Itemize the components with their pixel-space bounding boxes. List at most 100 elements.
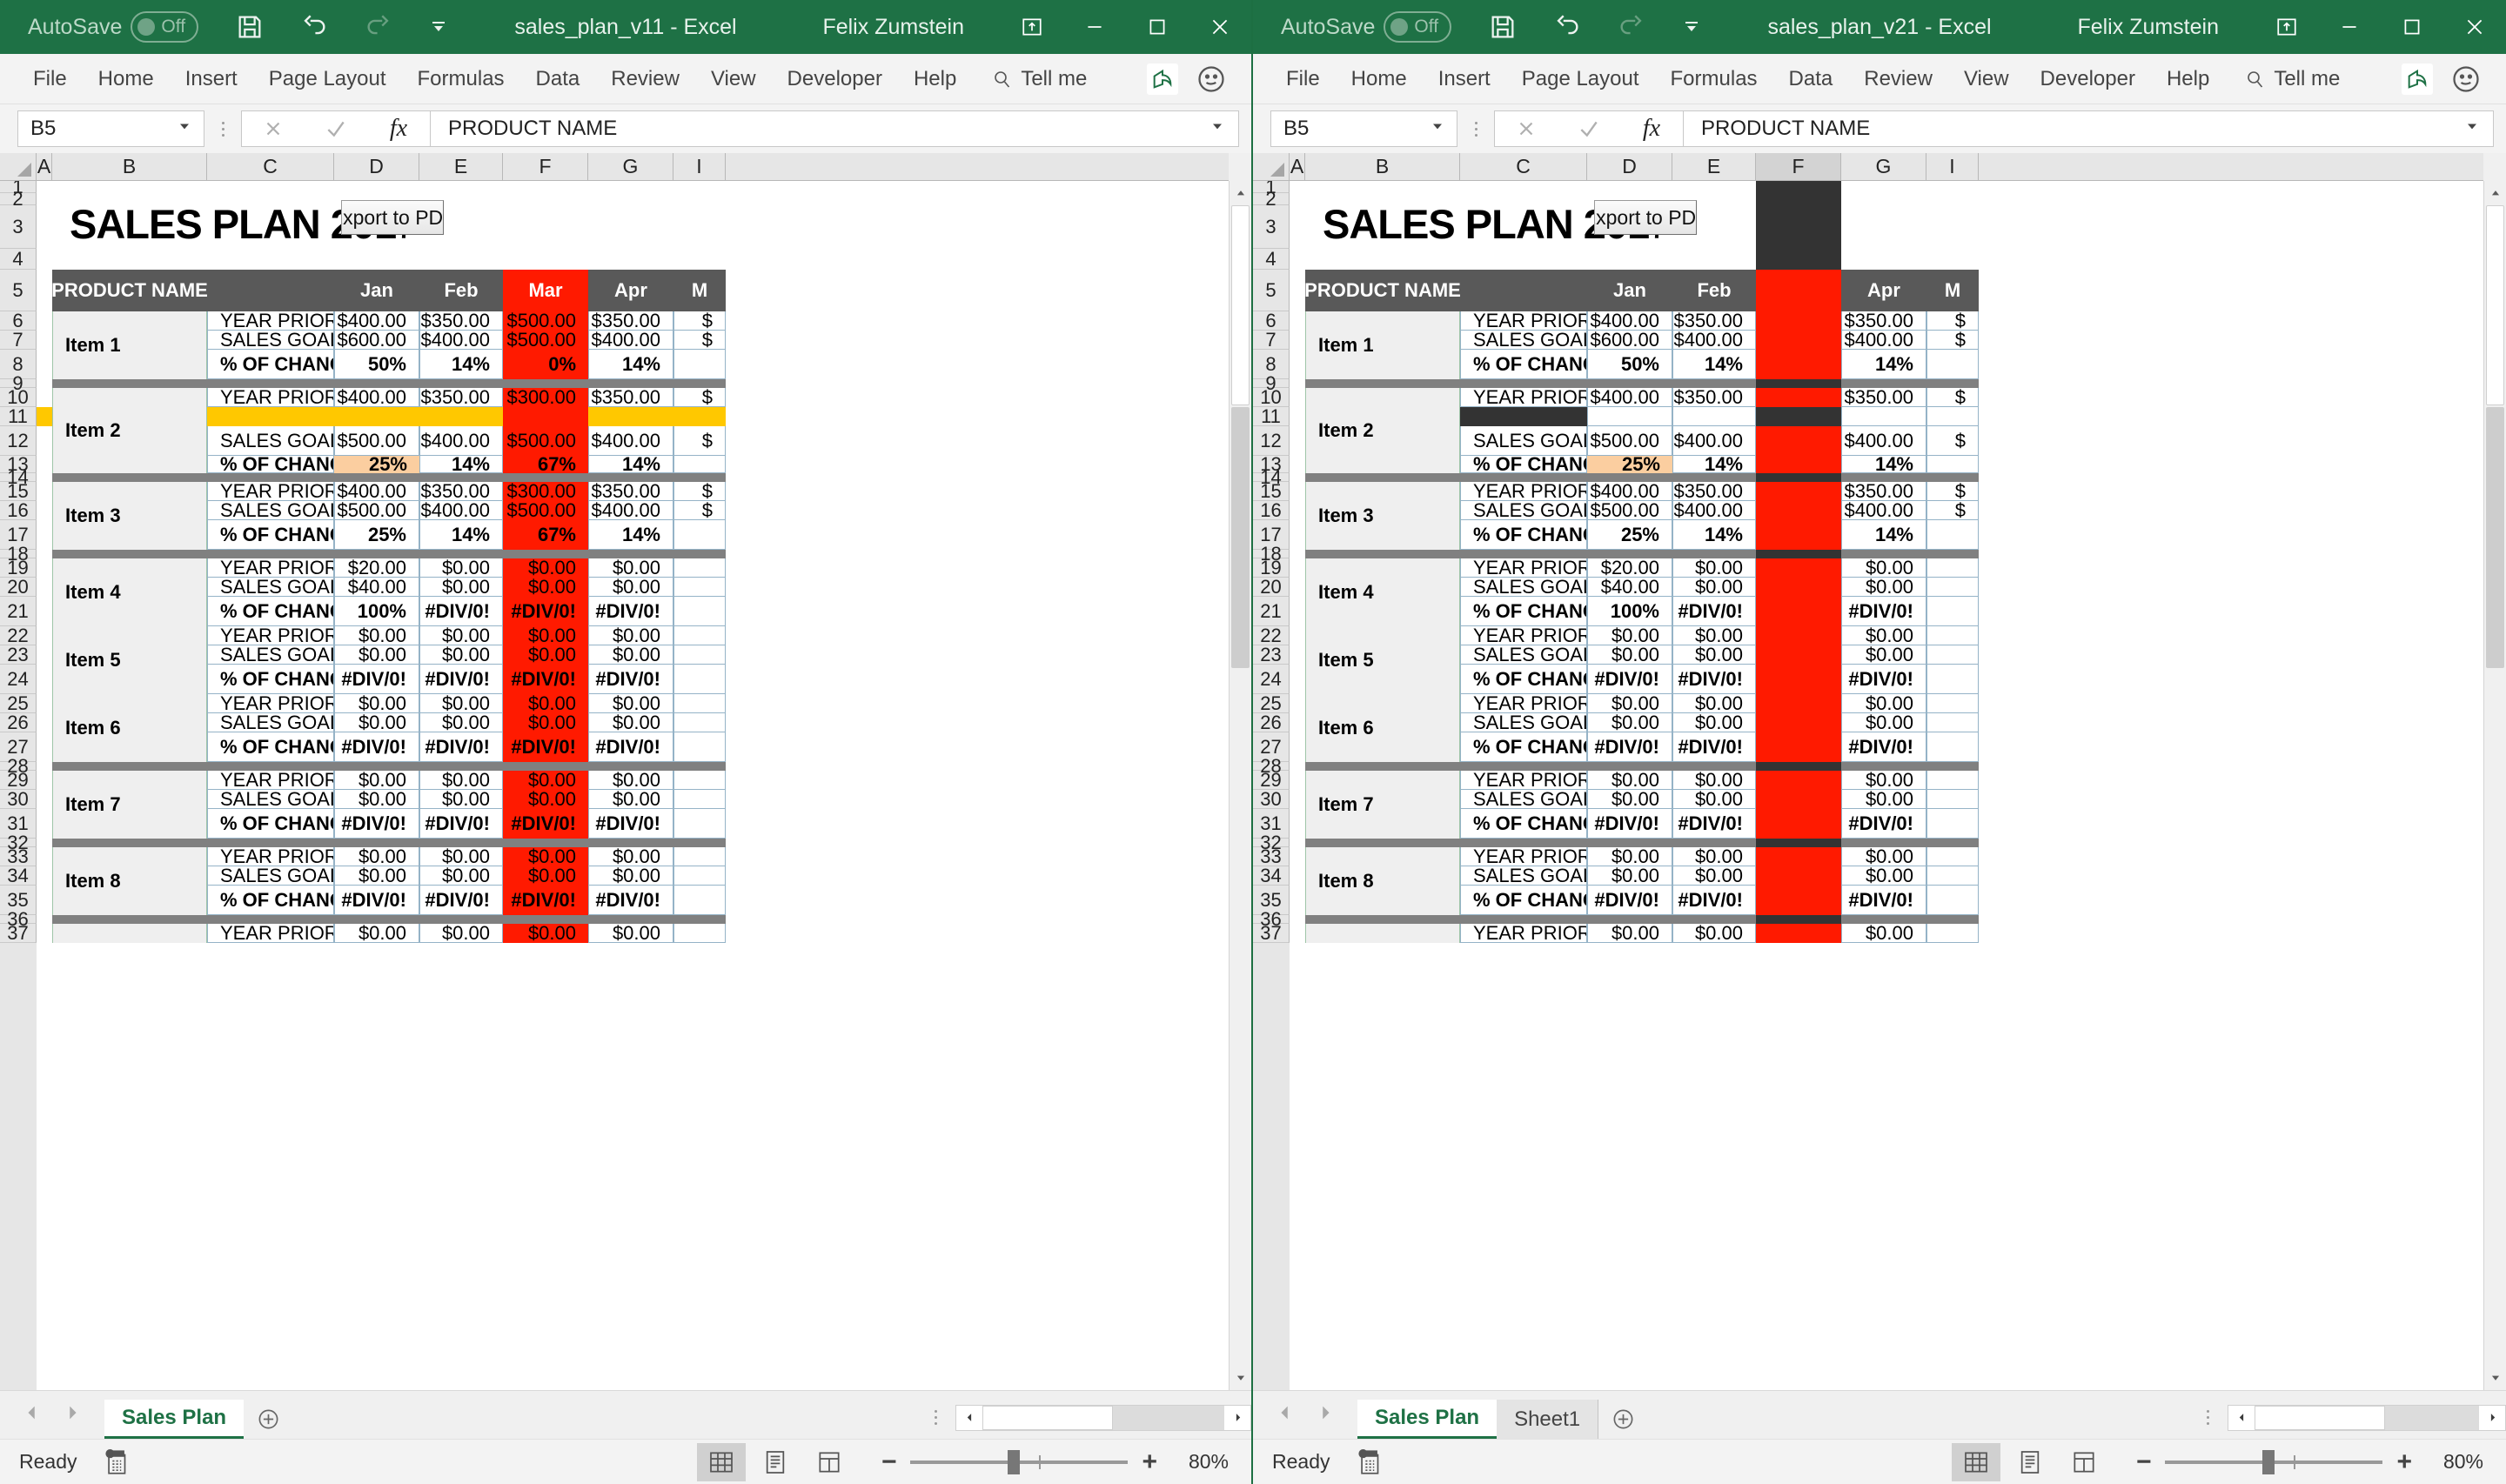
cell-jan[interactable]: $0.00 [334,847,419,866]
cell-apr[interactable]: $400.00 [588,331,673,350]
cell-apr[interactable]: $400.00 [588,501,673,520]
cell-mar[interactable]: $0.00 [503,924,588,943]
column-header-D[interactable]: D [334,153,419,181]
row-header-11[interactable]: 11 [0,405,37,427]
close-icon[interactable] [2443,0,2506,54]
table-header-feb[interactable]: Feb [419,270,503,311]
cell-may[interactable] [1926,809,1979,839]
cell-mar[interactable] [1756,501,1841,520]
cell-apr[interactable]: $0.00 [1841,558,1926,578]
row-header-23[interactable]: 23 [1253,644,1290,665]
cell-jan[interactable]: $0.00 [1587,866,1672,886]
cell-apr[interactable]: $400.00 [1841,426,1926,456]
scroll-right-icon[interactable] [1224,1405,1250,1430]
cell-feb[interactable]: $0.00 [1672,790,1756,809]
table-header-metric[interactable] [1460,270,1587,311]
cell-mar[interactable] [1756,456,1841,473]
product-name-cell[interactable]: Item 4 [52,558,207,626]
row-header-21[interactable]: 21 [1253,597,1290,626]
cell-mar[interactable] [1756,694,1841,713]
record-macro-icon[interactable] [103,1447,132,1477]
cell-apr[interactable]: $400.00 [588,426,673,456]
row-header-16[interactable]: 16 [1253,499,1290,521]
cell-apr[interactable]: #DIV/0! [1841,665,1926,694]
cell-jan[interactable]: $400.00 [1587,482,1672,501]
cell-feb[interactable]: #DIV/0! [1672,732,1756,762]
cell-may[interactable] [673,645,726,665]
cell-jan[interactable]: #DIV/0! [1587,886,1672,915]
cell-jan[interactable]: $0.00 [1587,645,1672,665]
cell-jan[interactable]: 25% [1587,456,1672,473]
metric-label-cell[interactable]: % OF CHANGE [207,597,334,626]
cell-mar[interactable]: $0.00 [503,626,588,645]
scroll-down-icon[interactable] [1230,1366,1251,1390]
cell-jan[interactable]: $0.00 [334,790,419,809]
cell-mar[interactable] [1756,350,1841,379]
row-header-26[interactable]: 26 [0,712,37,733]
cell-may[interactable] [673,809,726,839]
metric-label-cell[interactable]: % OF CHANGE [1460,520,1587,550]
cell-jan[interactable]: $500.00 [334,501,419,520]
customize-qat-icon[interactable] [1681,17,1702,37]
ribbon-display-options-icon[interactable] [2255,0,2318,54]
cell-apr[interactable]: $0.00 [588,645,673,665]
cell-apr[interactable] [1841,407,1926,426]
cell-jan[interactable]: $0.00 [334,645,419,665]
autosave-toggle[interactable]: AutoSave Off [1281,11,1452,43]
cell-jan[interactable]: $0.00 [1587,626,1672,645]
cell-feb[interactable]: #DIV/0! [1672,665,1756,694]
metric-label-cell[interactable]: SALES GOAL [1460,790,1587,809]
ribbon-tab-page-layout[interactable]: Page Layout [1506,54,1655,104]
cell-jan[interactable]: $0.00 [1587,771,1672,790]
hscroll-thumb[interactable] [982,1405,1113,1430]
formula-input[interactable]: PRODUCT NAME [431,110,1239,147]
tab-split-grip[interactable] [2196,1410,2219,1425]
metric-label-cell[interactable]: SALES GOAL [207,645,334,665]
cell-feb[interactable]: 14% [419,456,503,473]
cell-feb[interactable]: $350.00 [1672,311,1756,331]
row-header-3[interactable]: 3 [1253,205,1290,249]
cell-apr[interactable]: #DIV/0! [588,886,673,915]
scroll-left-icon[interactable] [2228,1405,2255,1430]
ribbon-tab-file[interactable]: File [1270,54,1336,104]
ribbon-tab-formulas[interactable]: Formulas [1655,54,1773,104]
cell-may[interactable]: $ [673,388,726,407]
formula-bar-grip[interactable] [1464,121,1487,137]
cell-jan[interactable]: $0.00 [334,924,419,943]
row-header-37[interactable]: 37 [1253,922,1290,944]
cell-may[interactable] [1926,866,1979,886]
column-header-C[interactable]: C [207,153,334,181]
cell-feb[interactable]: $0.00 [419,924,503,943]
cell-apr[interactable]: $0.00 [588,578,673,597]
page-break-view-icon[interactable] [805,1443,854,1481]
formula-input[interactable]: PRODUCT NAME [1684,110,2494,147]
insert-function-icon[interactable]: fx [367,111,430,146]
cell-feb[interactable]: $0.00 [419,866,503,886]
cell-feb[interactable]: $0.00 [1672,694,1756,713]
zoom-out-button[interactable]: − [881,1448,897,1475]
cell-feb[interactable]: $0.00 [419,626,503,645]
cell-may[interactable] [1926,732,1979,762]
cell-may[interactable]: $ [1926,311,1979,331]
metric-label-cell[interactable]: % OF CHANGE [1460,809,1587,839]
cell-may[interactable] [1926,626,1979,645]
zoom-slider-thumb[interactable] [2262,1449,2275,1474]
cell-may[interactable] [1926,350,1979,379]
expand-formula-bar-icon[interactable] [1209,117,1226,141]
cell-feb[interactable]: $0.00 [419,713,503,732]
close-icon[interactable] [1189,0,1251,54]
cell-feb[interactable] [419,407,503,426]
metric-label-cell[interactable]: % OF CHANGE [1460,350,1587,379]
table-header-apr[interactable]: Apr [1841,270,1926,311]
cell-feb[interactable]: $350.00 [419,388,503,407]
scroll-up-icon[interactable] [2484,181,2506,205]
cell-feb[interactable]: 14% [1672,520,1756,550]
cell-mar[interactable] [1756,311,1841,331]
row-header-3[interactable]: 3 [0,205,37,249]
table-header-mar[interactable]: Mar [503,270,588,311]
cell-apr[interactable]: $0.00 [588,924,673,943]
column-header-B[interactable]: B [1305,153,1460,181]
expand-formula-bar-icon[interactable] [2463,117,2481,141]
row-header-24[interactable]: 24 [0,665,37,694]
cell-apr[interactable]: $0.00 [1841,578,1926,597]
